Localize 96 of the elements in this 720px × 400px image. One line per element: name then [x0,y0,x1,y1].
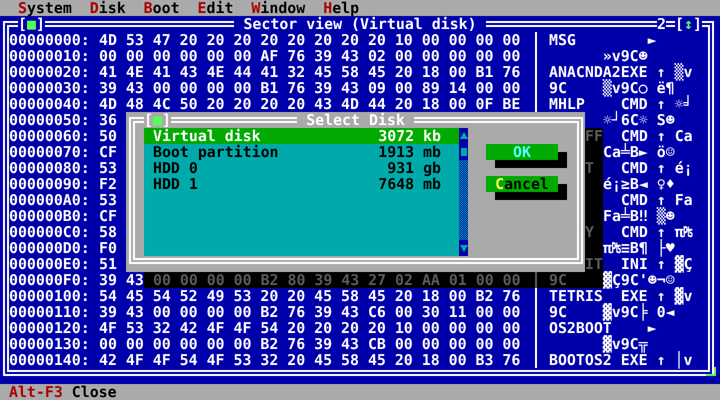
hex-bytes: F0 [99,240,117,256]
menu-item[interactable]: Boot [134,0,189,16]
ascii-text: MSG ► [549,32,658,48]
menu-item[interactable]: Edit [188,0,242,16]
ascii-text: ANACNDA2EXE ↑ ▒v [549,64,693,80]
window-title: Sector view (Virtual disk) [234,16,486,32]
ascii-text: BOOTOS2 EXE ↑ │v [549,352,693,368]
ascii-text: é¡≥B◄ ♀♦ [603,176,676,192]
row-address: 00000090: [9,176,90,192]
row-address: 00000140: [9,352,90,368]
row-address: 00000080: [9,160,90,176]
row-address: 00000100: [9,288,90,304]
menu-item[interactable]: Disk [80,0,135,16]
ascii-text: TETRIS EXE ↑ ▓v [549,288,693,304]
row-address: 000000D0: [9,240,90,256]
ascii-text: 9C ▓v9C╞ 0◄ [549,304,675,320]
hex-bytes: 54 45 54 52 49 53 20 20 45 58 45 20 18 00 B2 76 [99,288,522,304]
scroll-thumb[interactable] [460,148,466,156]
shadowed-ascii-text: FF [585,128,603,144]
row-address: 00000070: [9,144,90,160]
disk-list-item[interactable]: HDD 1 7648 mb [144,176,459,192]
disk-list-item[interactable]: HDD 0 931 gb [144,160,459,176]
row-address: 00000110: [9,304,90,320]
hex-bytes: 39 43 [99,272,144,288]
hex-bytes: CF [99,144,117,160]
ascii-text: MHLP CMD ↑ ☼╛ [549,96,693,112]
row-address: 000000F0: [9,272,90,288]
row-address: 000000E0: [9,256,90,272]
hex-bytes: 4F 53 32 42 4F 4F 54 20 20 20 20 10 00 00 00 00 [99,320,522,336]
disk-name: HDD 0 [153,160,198,176]
hex-bytes: 58 [99,224,117,240]
row-address: 00000020: [9,64,90,80]
hex-bytes: 53 [99,192,117,208]
close-button[interactable]: [■] [18,16,45,32]
hex-bytes: 4D 48 4C 50 20 20 20 20 43 4D 44 20 18 00 0F BE [99,96,522,112]
shadowed-ascii-text: T [585,160,595,176]
hex-bytes: F2 [99,176,117,192]
disk-name: HDD 1 [153,176,198,192]
disk-name: Virtual disk [153,128,261,144]
hex-bytes: 00 00 00 00 00 00 AF 76 39 43 02 00 00 00 00 00 [99,48,522,64]
disk-list-item[interactable]: Boot partition 1913 mb [144,144,459,160]
disk-name: Boot partition [153,144,279,160]
zoom-button[interactable]: [↕] [675,16,702,32]
ascii-text: CMD ↑ π₧ [620,224,693,240]
hex-bytes: 00 00 00 00 00 00 B2 76 39 43 CB 00 00 00 00 00 [99,336,522,352]
menu-item[interactable]: Window [242,0,314,16]
disk-size: 1913 mb [378,144,441,160]
ascii-text: Fa╧B‼ ▒☻ [603,208,676,224]
scrollbar[interactable] [459,128,468,256]
disk-size: 931 gb [387,160,441,176]
ascii-text: Ca╧B► ö☺ [603,144,676,160]
row-address: 00000000: [9,32,90,48]
row-address: 00000040: [9,96,90,112]
row-address: 00000120: [9,320,90,336]
shadowed-hex-bytes: 00 00 00 00 B2 80 39 43 27 02 AA 01 00 00 [153,272,522,288]
hex-bytes: 50 [99,128,117,144]
hex-bytes: 4D 53 47 20 20 20 20 20 20 20 20 10 00 00 00 00 [99,32,522,48]
disk-size: 7648 mb [378,176,441,192]
window-number: 2 [657,16,666,32]
hex-bytes: 53 [99,160,117,176]
dialog-title: Select Disk [297,112,414,128]
row-address: 00000060: [9,128,90,144]
status-item[interactable]: Alt-F3 Close [9,384,117,400]
hex-bytes: 39 43 00 00 00 00 B1 76 39 43 09 00 89 14 00 00 [99,80,522,96]
hex-bytes: 41 4E 41 43 4E 44 41 32 45 58 45 20 18 00 B1 76 [99,64,522,80]
ascii-text: ▓Ç9C'☻¬☺ [603,272,675,288]
row-address: 000000C0: [9,224,90,240]
ascii-text: OS2BOOT ► [549,320,658,336]
ascii-text: INI ↑ ▓Ç [620,256,693,272]
row-address: 000000B0: [9,208,90,224]
hex-bytes: 51 [99,256,117,272]
ascii-text: ▓v9C╦ [602,336,649,352]
row-address: 000000A0: [9,192,90,208]
hex-bytes: 39 43 00 00 00 00 B2 76 39 43 C6 00 30 11 00 00 [99,304,522,320]
menu-item[interactable]: System [9,0,81,16]
row-address: 00000130: [9,336,90,352]
ascii-text: »v9C☻ [602,48,649,64]
shadowed-ascii-text: IT [585,256,603,272]
cancel-button[interactable]: Cancel [486,176,558,192]
row-address: 00000050: [9,112,90,128]
ascii-text: CMD ↑ é¡ [620,160,693,176]
menu-item[interactable]: Help [314,0,368,16]
ascii-text: CMD ↑ Ca [620,128,693,144]
hex-bytes: CF [99,208,117,224]
ascii-text: 9C ▒v9C○ ë¶ [549,80,675,96]
disk-size: 3072 kb [378,128,441,144]
hex-bytes: 42 4F 4F 54 4F 53 32 20 45 58 45 20 18 00 B3 76 [99,352,522,368]
shadowed-ascii-text: 9C [549,272,567,288]
row-address: 00000030: [9,80,90,96]
ascii-text: CMD ↑ Fa [620,192,693,208]
resize-corner-icon[interactable] [706,367,716,376]
shadowed-ascii-text: Y [585,224,595,240]
ascii-text: π₧≡B¶ ├♥ [603,240,675,256]
row-address: 00000010: [9,48,90,64]
hex-bytes: 36 [99,112,117,128]
ascii-text: ☼┘6C☼ S☻ [603,112,676,128]
